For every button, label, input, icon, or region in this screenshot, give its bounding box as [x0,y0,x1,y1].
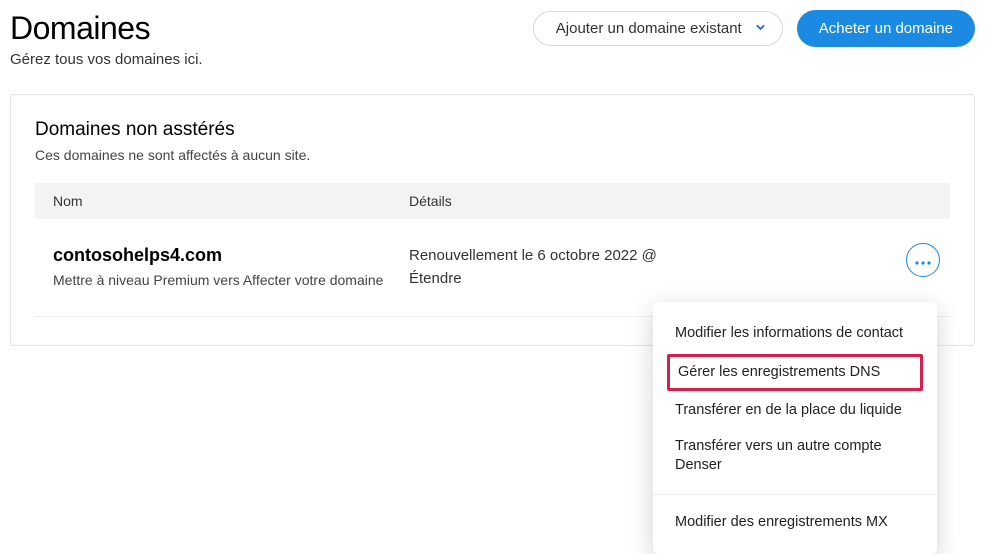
more-actions-button[interactable] [906,243,940,277]
ellipsis-icon [915,253,931,268]
menu-item-transfer-account-l1: Transférer vers un autre compte [675,438,882,454]
domain-name[interactable]: contosohelps4.com [53,245,409,266]
domain-subtext[interactable]: Mettre à niveau Premium vers Affecter vo… [53,272,409,288]
table-header: Nom Détails [35,183,950,219]
menu-item-edit-contact[interactable]: Modifier les informations de contact [653,316,937,352]
renewal-text: Renouvellement le 6 octobre 2022 @ [409,247,657,264]
menu-item-transfer-account-l2: Denser [675,457,722,473]
page-title: Domaines [10,10,150,47]
page-subtitle: Gérez tous vos domaines ici. [10,51,975,68]
context-menu: Modifier les informations de contact Gér… [653,302,937,554]
menu-item-edit-mx[interactable]: Modifier des enregistrements MX [653,505,937,541]
menu-item-transfer-instead[interactable]: Transférer en de la place du liquide [653,393,937,429]
section-subtitle: Ces domaines ne sont affectés à aucun si… [35,147,950,163]
section-title: Domaines non asstérés [35,119,950,141]
menu-separator [653,494,937,495]
header-actions: Ajouter un domaine existant Acheter un d… [533,10,975,47]
chevron-down-icon [755,19,766,36]
buy-domain-button[interactable]: Acheter un domaine [797,10,975,47]
column-header-details: Détails [409,193,932,209]
menu-item-manage-dns[interactable]: Gérer les enregistrements DNS [667,354,923,392]
add-existing-domain-label: Ajouter un domaine existant [556,20,742,37]
extend-link[interactable]: Étendre [409,270,462,287]
menu-item-transfer-account[interactable]: Transférer vers un autre compte Denser [653,429,937,484]
column-header-name: Nom [53,193,409,209]
add-existing-domain-button[interactable]: Ajouter un domaine existant [533,11,783,46]
